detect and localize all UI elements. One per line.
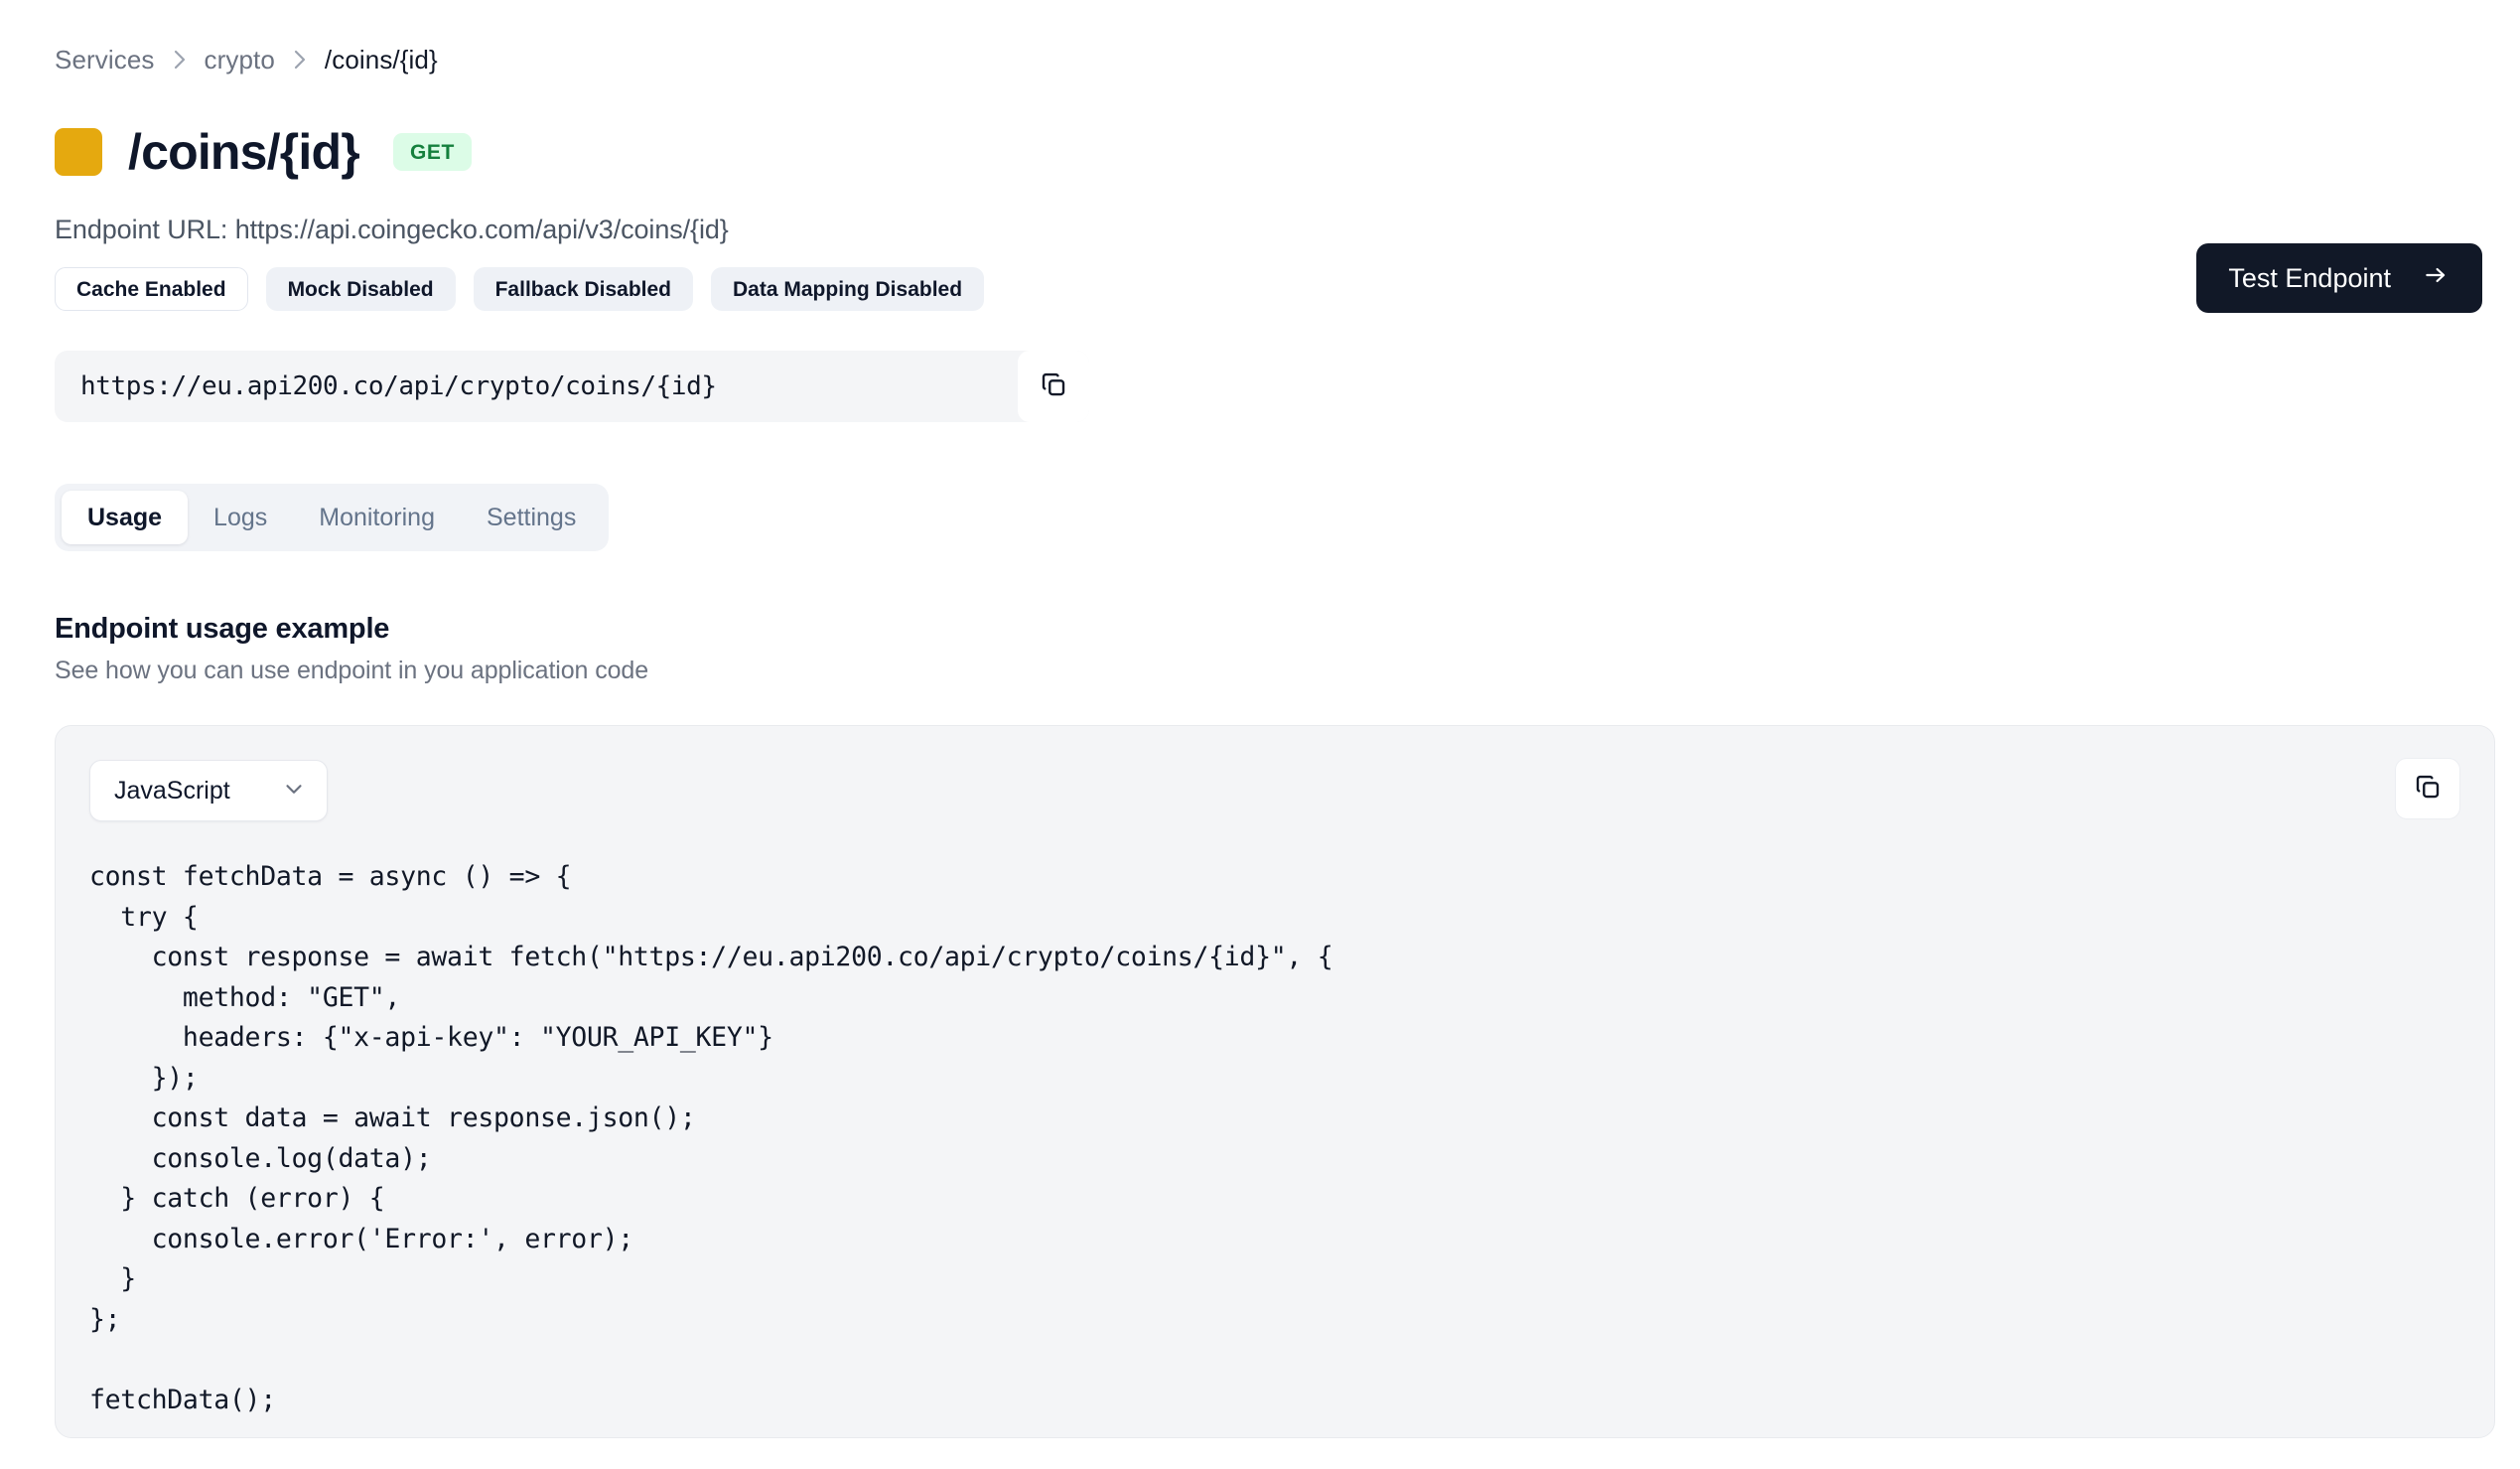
chevron-right-icon: [155, 47, 205, 73]
language-select[interactable]: JavaScript: [89, 760, 328, 821]
code-example-panel: JavaScript const fetchData = async () =>…: [55, 725, 2495, 1438]
tab-settings[interactable]: Settings: [461, 491, 602, 544]
breadcrumb-item-services[interactable]: Services: [55, 45, 155, 75]
usage-section-title: Endpoint usage example: [55, 613, 390, 645]
code-snippet[interactable]: const fetchData = async () => { try { co…: [89, 857, 2460, 1420]
page-title: /coins/{id}: [128, 124, 360, 180]
copy-icon: [1039, 369, 1068, 404]
test-endpoint-label: Test Endpoint: [2228, 262, 2391, 293]
http-method-badge: GET: [392, 133, 472, 171]
copy-proxy-url-button[interactable]: [1018, 351, 1089, 422]
breadcrumb-item-crypto[interactable]: crypto: [205, 45, 275, 75]
breadcrumb-item-current: /coins/{id}: [324, 44, 438, 74]
endpoint-color-chip: [55, 128, 102, 176]
badge-data-mapping: Data Mapping Disabled: [711, 267, 985, 311]
proxy-url-box: https://eu.api200.co/api/crypto/coins/{i…: [55, 351, 1089, 422]
test-endpoint-button[interactable]: Test Endpoint: [2196, 243, 2482, 313]
proxy-url-value[interactable]: https://eu.api200.co/api/crypto/coins/{i…: [55, 351, 1018, 422]
usage-section-subtitle: See how you can use endpoint in you appl…: [55, 657, 649, 684]
endpoint-url-label: Endpoint URL: https://api.coingecko.com/…: [55, 215, 729, 244]
tab-logs[interactable]: Logs: [188, 491, 293, 544]
breadcrumb: Services crypto /coins/{id}: [55, 42, 2480, 77]
badge-mock: Mock Disabled: [265, 267, 456, 311]
chevron-down-icon: [281, 776, 307, 807]
badge-cache: Cache Enabled: [55, 267, 248, 311]
tab-bar: Usage Logs Monitoring Settings: [55, 484, 610, 551]
arrow-right-icon: [2421, 262, 2450, 295]
endpoint-header: /coins/{id} GET: [55, 121, 2480, 183]
language-select-value: JavaScript: [114, 776, 230, 805]
endpoint-detail-page: Services crypto /coins/{id} /coins/{id} …: [0, 0, 2520, 1469]
copy-icon: [2413, 772, 2443, 807]
copy-code-button[interactable]: [2395, 758, 2460, 819]
badge-fallback: Fallback Disabled: [473, 267, 694, 311]
tab-usage[interactable]: Usage: [62, 491, 189, 544]
tab-monitoring[interactable]: Monitoring: [293, 491, 461, 544]
chevron-right-icon: [275, 47, 325, 73]
feature-badge-list: Cache Enabled Mock Disabled Fallback Dis…: [55, 267, 2480, 311]
